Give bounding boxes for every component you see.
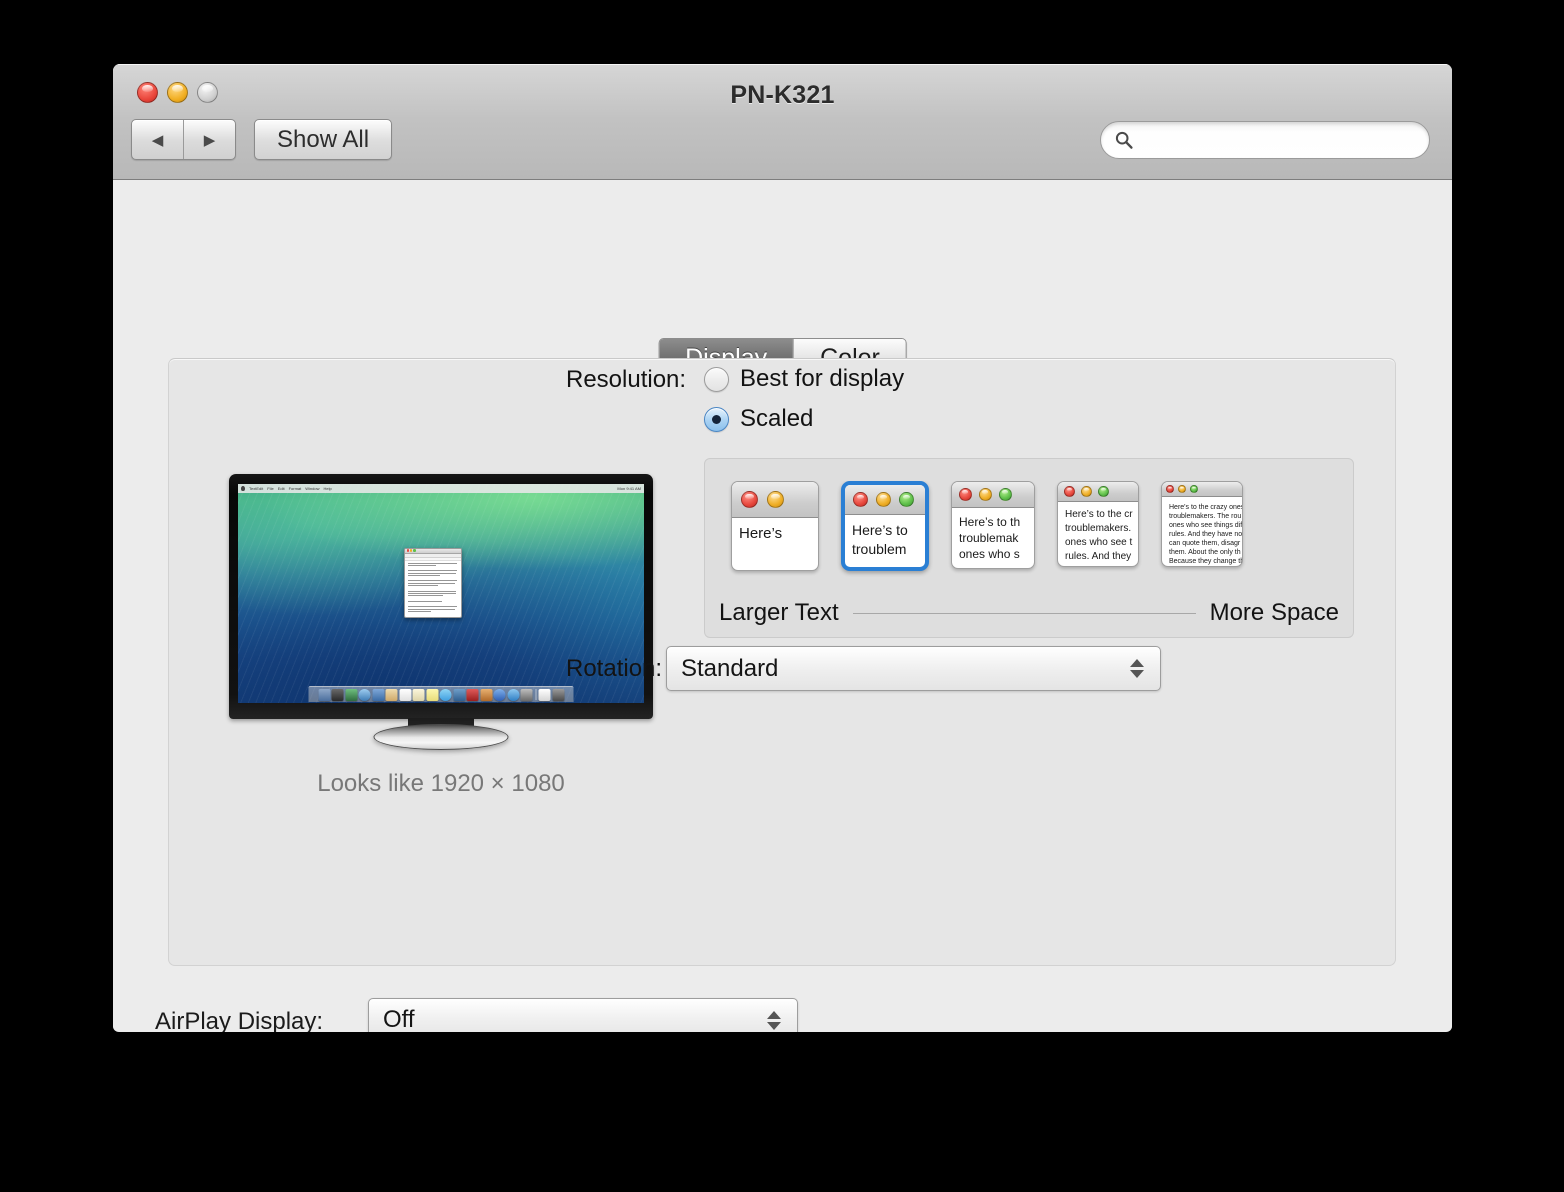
resolution-option-best[interactable]: Best for display	[704, 365, 1364, 393]
thumbnail-titlebar	[732, 482, 818, 518]
radio-scaled-label: Scaled	[740, 405, 814, 432]
scale-slider-labels: Larger Text More Space	[719, 599, 1339, 627]
rotation-popup-button[interactable]: Standard	[666, 646, 1161, 691]
menubar-app-name: TextEdit	[249, 486, 264, 491]
back-button[interactable]: ◀	[132, 120, 183, 159]
scale-label-more-space: More Space	[1209, 599, 1339, 626]
preview-document-text	[405, 561, 461, 616]
navigation-buttons: ◀ ▶	[131, 119, 236, 160]
show-all-label: Show All	[277, 125, 370, 153]
thumbnail-traffic-dot	[959, 488, 972, 501]
resolution-caption: Looks like 1920 × 1080	[317, 770, 565, 797]
thumbnail-traffic-dot	[1064, 486, 1075, 497]
preview-minimize-icon	[410, 549, 413, 552]
forward-button[interactable]: ▶	[183, 120, 235, 159]
thumbnail-traffic-dot	[979, 488, 992, 501]
thumbnail-titlebar	[1058, 482, 1138, 502]
show-all-button[interactable]: Show All	[254, 119, 393, 160]
thumbnail-text: Here’s to th troublemak ones who s	[959, 515, 1021, 561]
scaled-resolution-chooser: Here’s Here’s to troublem Here’s to th troub…	[704, 458, 1354, 638]
menubar-item-edit: Edit	[277, 486, 285, 491]
radio-best-for-display[interactable]	[704, 366, 729, 392]
thumbnail-text: Here’s	[739, 525, 783, 542]
thumbnail-titlebar	[1162, 482, 1242, 497]
scale-label-larger-text: Larger Text	[719, 599, 839, 626]
apple-menu-icon	[241, 486, 245, 491]
preview-textedit-window	[404, 547, 463, 618]
thumbnail-traffic-dot	[999, 488, 1012, 501]
airplay-value: Off	[383, 1006, 415, 1032]
menubar-status-area: Mon 9:41 AM	[617, 486, 641, 491]
menubar-clock: Mon 9:41 AM	[617, 486, 641, 491]
rotation-stepper-icon	[1124, 659, 1150, 678]
thumbnail-traffic-dot	[1190, 485, 1198, 493]
airplay-label: AirPlay Display:	[155, 1008, 324, 1032]
thumbnail-traffic-dot	[741, 491, 758, 508]
scale-slider-track[interactable]	[852, 612, 1196, 614]
menubar-item-window: Window	[305, 486, 320, 491]
thumbnail-traffic-dot	[1098, 486, 1109, 497]
resolution-thumbnail-0[interactable]: Here’s	[731, 481, 819, 571]
preview-close-icon	[406, 549, 410, 552]
thumbnail-traffic-dot	[767, 491, 784, 508]
resolution-thumbnail-3[interactable]: Here’s to the cr troublemakers. ones who s…	[1057, 481, 1139, 567]
preview-zoom-icon	[413, 549, 416, 552]
thumbnail-traffic-dot	[1081, 486, 1092, 497]
thumbnail-titlebar	[845, 485, 925, 515]
menubar-item-file: File	[267, 486, 274, 491]
preview-dock	[308, 686, 574, 702]
airplay-popup-button[interactable]: Off	[368, 998, 798, 1032]
airplay-stepper-icon	[761, 1010, 787, 1030]
search-input[interactable]	[1134, 129, 1429, 151]
menubar-item-format: Format	[288, 486, 302, 491]
search-icon	[1115, 131, 1133, 149]
thumbnail-text: Here’s to troublem	[852, 522, 908, 557]
display-preferences-window: PN-K321 ◀ ▶ Show All Display Color	[113, 64, 1452, 1032]
resolution-thumbnail-2[interactable]: Here’s to th troublemak ones who s	[951, 481, 1035, 569]
thumbnail-traffic-dot	[899, 492, 914, 507]
radio-best-for-display-label: Best for display	[740, 365, 905, 392]
thumbnail-text: Here’s to the cr troublemakers. ones who s…	[1065, 509, 1133, 562]
window-body: Display Color TextEdit File	[113, 180, 1452, 1032]
window-title: PN-K321	[730, 81, 835, 109]
radio-scaled[interactable]	[704, 406, 729, 432]
search-field[interactable]	[1100, 121, 1430, 159]
rotation-label: Rotation:	[566, 655, 663, 682]
window-titlebar: PN-K321 ◀ ▶ Show All	[113, 64, 1452, 180]
thumbnail-traffic-dot	[853, 492, 868, 507]
display-settings-panel: TextEdit File Edit Format Window Help Mo…	[168, 358, 1396, 966]
resolution-option-scaled[interactable]: Scaled	[704, 405, 1364, 433]
thumbnail-traffic-dot	[1166, 485, 1174, 493]
resolution-label: Resolution:	[566, 366, 687, 393]
resolution-thumbnail-1[interactable]: Here’s to troublem	[841, 481, 929, 571]
thumbnail-text: Here's to the crazy ones troublemakers. T…	[1169, 504, 1242, 565]
preview-menu-bar: TextEdit File Edit Format Window Help Mo…	[238, 484, 644, 493]
thumbnail-traffic-dot	[1178, 485, 1186, 493]
thumbnail-traffic-dot	[876, 492, 891, 507]
thumbnail-titlebar	[952, 482, 1034, 508]
monitor-stand-base	[373, 724, 509, 750]
rotation-value: Standard	[681, 654, 779, 682]
menubar-item-help: Help	[323, 486, 332, 491]
resolution-thumbnail-list: Here’s Here’s to troublem Here’s to th troub…	[705, 481, 1353, 581]
resolution-thumbnail-4[interactable]: Here's to the crazy ones troublemakers. T…	[1161, 481, 1243, 567]
